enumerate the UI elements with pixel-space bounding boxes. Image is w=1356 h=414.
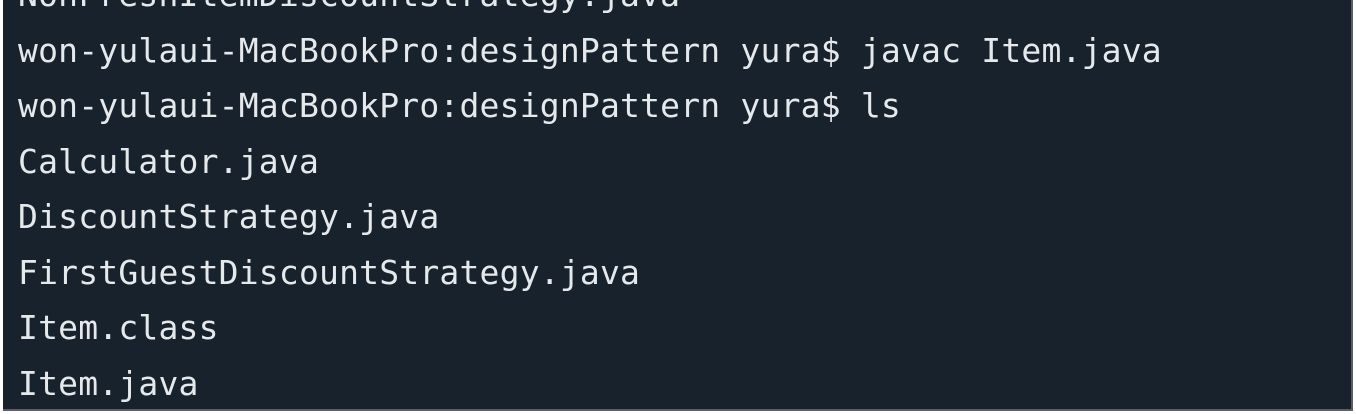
terminal-line-file: Item.class	[18, 308, 219, 347]
terminal-line-file: Item.java	[18, 363, 199, 403]
terminal-line-partial: NonFreshItemDiscountStrategy.java	[18, 0, 1162, 23]
terminal-line-file: DiscountStrategy.java	[18, 197, 440, 236]
terminal-line-command-ls: won-yulaui-MacBookPro:designPattern yura…	[18, 86, 901, 125]
terminal-line-command-javac: won-yulaui-MacBookPro:designPattern yura…	[18, 30, 1162, 70]
terminal-line-file: FirstGuestDiscountStrategy.java	[18, 252, 641, 292]
terminal-line-file: Calculator.java	[18, 141, 320, 181]
terminal-output: NonFreshItemDiscountStrategy.java won-yu…	[18, 0, 1162, 409]
terminal-window[interactable]: NonFreshItemDiscountStrategy.java won-yu…	[3, 0, 1353, 411]
